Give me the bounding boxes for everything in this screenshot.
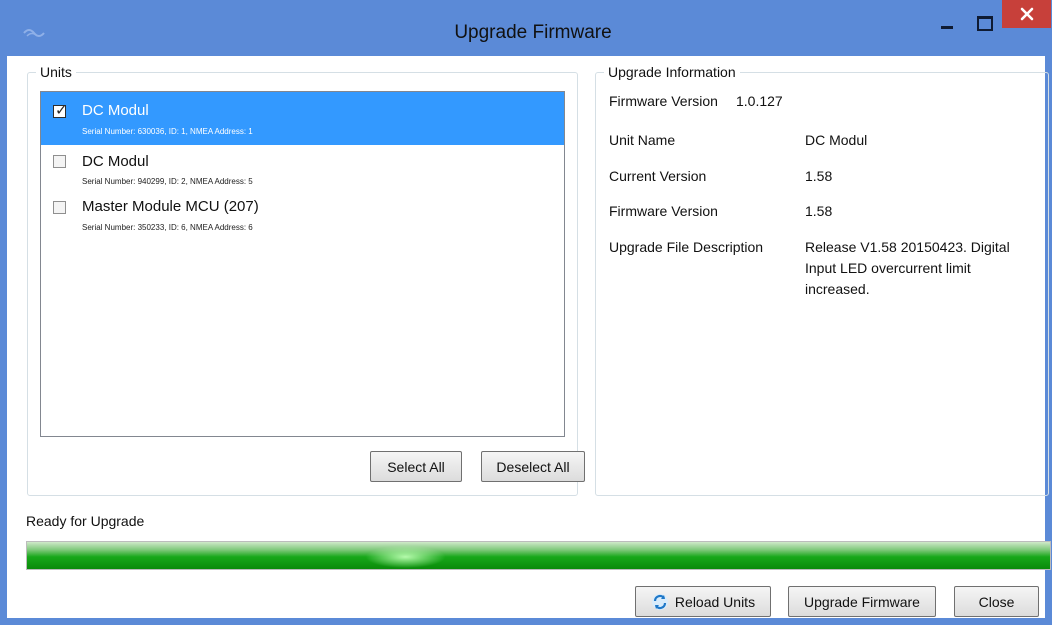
minimize-button[interactable] [929,12,963,36]
unit-detail: Serial Number: 350233, ID: 6, NMEA Addre… [82,223,253,232]
unit-list-item[interactable]: Master Module MCU (207) Serial Number: 3… [41,192,564,239]
firmware-version-row-value: 1.58 [805,203,833,219]
close-icon [1020,7,1033,21]
unit-list-item[interactable]: ✓ DC Modul Serial Number: 630036, ID: 1,… [41,92,564,145]
firmware-version-label: Firmware Version [609,93,718,109]
unit-detail: Serial Number: 630036, ID: 1, NMEA Addre… [82,127,253,136]
close-button[interactable]: Close [954,586,1039,617]
progress-fill [27,542,1050,569]
unit-checkbox[interactable] [53,201,66,214]
upgrade-file-description-value: Release V1.58 20150423. Digital Input LE… [805,239,1010,297]
deselect-all-button[interactable]: Deselect All [481,451,585,482]
maximize-button[interactable] [965,12,999,36]
reload-units-label: Reload Units [674,593,756,610]
unit-name: Master Module MCU (207) [82,198,259,215]
unit-name-label: Unit Name [609,132,676,148]
unit-list[interactable]: ✓ DC Modul Serial Number: 630036, ID: 1,… [40,91,565,437]
unit-name: DC Modul [82,102,149,119]
unit-name: DC Modul [82,153,149,170]
unit-name-value: DC Modul [805,132,868,148]
title-bar[interactable]: Upgrade Firmware [7,0,1052,56]
upgrade-information-legend: Upgrade Information [604,63,740,81]
status-text: Ready for Upgrade [26,513,145,529]
units-group: Units ✓ DC Modul Serial Number: 630036, … [27,63,585,496]
current-version-value: 1.58 [805,168,833,184]
upgrade-file-description-label: Upgrade File Description [609,239,764,255]
units-legend: Units [36,63,76,81]
firmware-version-value: 1.0.127 [736,93,783,109]
upgrade-progress-bar [26,541,1051,570]
dialog-content: Units ✓ DC Modul Serial Number: 630036, … [7,56,1051,618]
unit-list-item[interactable]: DC Modul Serial Number: 940299, ID: 2, N… [41,145,564,192]
window-title: Upgrade Firmware [454,22,612,43]
reload-units-button[interactable]: Reload Units [635,586,771,617]
checkmark-icon: ✓ [55,102,68,119]
unit-checkbox[interactable]: ✓ [53,102,68,119]
upgrade-information-group: Upgrade Information Firmware Version 1.0… [595,63,1049,496]
unit-checkbox[interactable] [53,155,66,168]
firmware-version-row-label: Firmware Version [609,203,718,219]
select-all-button[interactable]: Select All [370,451,462,482]
current-version-label: Current Version [609,168,707,184]
upgrade-firmware-button[interactable]: Upgrade Firmware [788,586,936,617]
close-window-button[interactable] [1002,0,1051,28]
unit-detail: Serial Number: 940299, ID: 2, NMEA Addre… [82,177,253,186]
reload-icon [651,593,668,610]
